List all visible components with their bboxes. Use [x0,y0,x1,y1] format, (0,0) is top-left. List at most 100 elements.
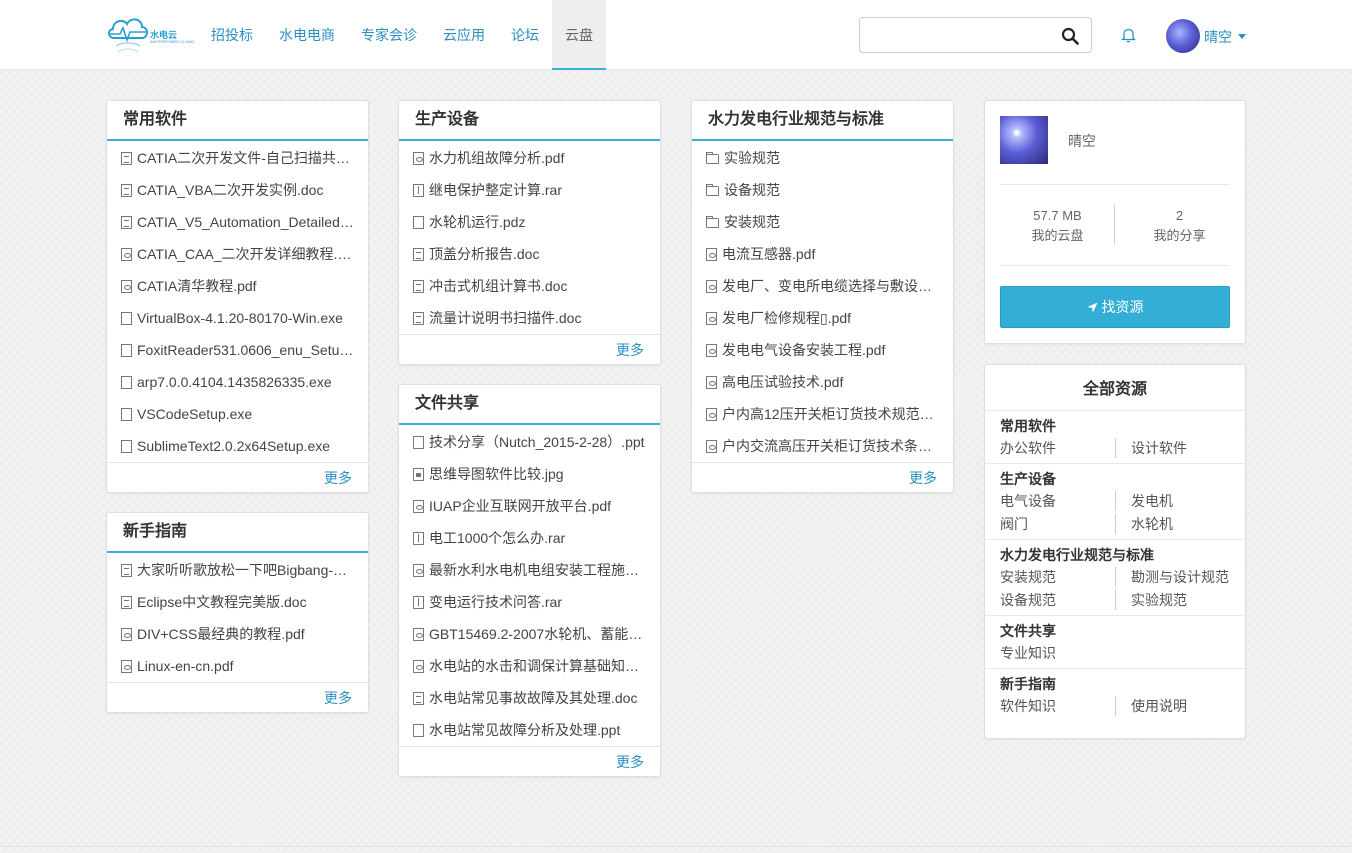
archive-file-icon [413,532,424,545]
list-item[interactable]: 设备规范 [692,174,953,206]
list-item[interactable]: 继电保护整定计算.rar [399,174,660,206]
list-item[interactable]: CATIA_CAA_二次开发详细教程.pdf [107,238,368,270]
search-icon[interactable] [1061,27,1079,45]
list-item[interactable]: 变电运行技术问答.rar [399,586,660,618]
nav-item-expert[interactable]: 专家会诊 [348,0,430,70]
user-avatar[interactable] [1166,19,1200,53]
resource-link[interactable]: 安装规范 [1000,567,1115,587]
group-links: 安装规范 勘测与设计规范 设备规范 实验规范 [1000,567,1230,610]
list-item[interactable]: 高电压试验技术.pdf [692,366,953,398]
resource-link[interactable]: 发电机 [1115,491,1230,511]
find-resources-button[interactable]: 找资源 [1000,286,1230,328]
list-item[interactable]: Eclipse中文教程完美版.doc [107,586,368,618]
file-name: 高电压试验技术.pdf [722,374,844,390]
resource-group-sharing: 文件共享 专业知识 [985,616,1245,669]
list-item[interactable]: 电工1000个怎么办.rar [399,522,660,554]
panel-file-sharing: 文件共享 技术分享（Nutch_2015-2-28）.ppt 思维导图软件比较.… [398,384,661,777]
list-item[interactable]: 技术分享（Nutch_2015-2-28）.ppt [399,426,660,458]
pdf-file-icon [121,660,132,673]
list-item[interactable]: 户内交流高压开关柜订货技术条件.pdf [692,430,953,462]
nav-item-ecommerce[interactable]: 水电电商 [266,0,348,70]
file-name: 发电厂检修规程▯.pdf [722,310,852,326]
folder-name: 实验规范 [724,150,780,166]
resource-link[interactable]: 使用说明 [1115,696,1230,716]
chevron-down-icon[interactable] [1238,34,1246,39]
more-link[interactable]: 更多 [399,746,660,776]
list-item[interactable]: 发电厂检修规程▯.pdf [692,302,953,334]
list-item[interactable]: 流量计说明书扫描件.doc [399,302,660,334]
more-link[interactable]: 更多 [399,334,660,364]
list-item[interactable]: Linux-en-cn.pdf [107,650,368,682]
resource-group-software: 常用软件 办公软件 设计软件 [985,411,1245,464]
list-item[interactable]: 电流互感器.pdf [692,238,953,270]
list-item[interactable]: DIV+CSS最经典的教程.pdf [107,618,368,650]
nav-item-bidding[interactable]: 招投标 [198,0,266,70]
bell-icon[interactable] [1121,27,1136,43]
image-file-icon [413,468,424,481]
list-item[interactable]: SublimeText2.0.2x64Setup.exe [107,430,368,462]
list-item[interactable]: 户内高12压开关柜订货技术规范书.pdf [692,398,953,430]
my-cloud-stat[interactable]: 57.7 MB 我的云盘 [1000,206,1115,246]
list-item[interactable]: arp7.0.0.4104.1435826335.exe [107,366,368,398]
list-item[interactable]: 冲击式机组计算书.doc [399,270,660,302]
divider [1000,184,1230,185]
logo[interactable]: 水电云 WATERPOWER CLOUD [106,12,194,60]
group-links: 软件知识 使用说明 [1000,696,1230,716]
profile-avatar[interactable] [1000,116,1048,164]
list-item[interactable]: VSCodeSetup.exe [107,398,368,430]
list-item[interactable]: 发电厂、变电所电缆选择与敷设设计规程.pdf [692,270,953,302]
list-item[interactable]: 安装规范 [692,206,953,238]
group-links: 办公软件 设计软件 [1000,438,1230,458]
resource-link[interactable]: 电气设备 [1000,491,1115,511]
list-item[interactable]: 水电站常见事故故障及其处理.doc [399,682,660,714]
resource-link[interactable]: 专业知识 [1000,643,1115,663]
all-resources-panel: 全部资源 常用软件 办公软件 设计软件 生产设备 电气设备 发电机 阀门 水轮机… [984,364,1246,739]
pdf-file-icon [413,564,424,577]
pdf-file-icon [413,152,424,165]
list-item[interactable]: FoxitReader531.0606_enu_Setup.exe [107,334,368,366]
nav-item-cloud-drive[interactable]: 云盘 [552,0,606,70]
group-links: 电气设备 发电机 阀门 水轮机 [1000,491,1230,534]
share-count: 2 [1175,208,1184,223]
list-item[interactable]: 水力机组故障分析.pdf [399,142,660,174]
list-item[interactable]: 发电电气设备安装工程.pdf [692,334,953,366]
pdf-file-icon [706,376,717,389]
resource-link[interactable]: 软件知识 [1000,696,1115,716]
list-item[interactable]: 大家听听歌放松一下吧Bigbang-Haru Haru.doc [107,554,368,586]
list-item[interactable]: CATIA_VBA二次开发实例.doc [107,174,368,206]
my-shares-stat[interactable]: 2 我的分享 [1122,206,1237,246]
more-link[interactable]: 更多 [107,462,368,492]
list-item[interactable]: 思维导图软件比较.jpg [399,458,660,490]
list-item[interactable]: VirtualBox-4.1.20-80170-Win.exe [107,302,368,334]
list-item[interactable]: 水电站的水击和调保计算基础知识.pdf [399,650,660,682]
pdf-file-icon [121,280,132,293]
list-item[interactable]: CATIA清华教程.pdf [107,270,368,302]
resource-link[interactable]: 设计软件 [1115,438,1230,458]
pdf-file-icon [706,312,717,325]
resource-link[interactable]: 办公软件 [1000,438,1115,458]
nav-item-cloud-apps[interactable]: 云应用 [430,0,498,70]
list-item[interactable]: IUAP企业互联网开放平台.pdf [399,490,660,522]
list-item[interactable]: GBT15469.2-2007水轮机、蓄能泵和水泵水轮机.pdf [399,618,660,650]
nav-item-forum[interactable]: 论坛 [498,0,552,70]
list-item[interactable]: CATIA二次开发文件-自己扫描共享.doc [107,142,368,174]
file-name: GBT15469.2-2007水轮机、蓄能泵和水泵水轮机.pdf [429,626,660,642]
list-item[interactable]: 水电站常见故障分析及处理.ppt [399,714,660,746]
search-input[interactable] [868,24,1058,46]
user-name[interactable]: 晴空 [1204,27,1232,47]
resource-link[interactable]: 水轮机 [1115,514,1230,534]
list-item[interactable]: 实验规范 [692,142,953,174]
resource-link[interactable]: 阀门 [1000,514,1115,534]
resource-link[interactable]: 实验规范 [1115,590,1230,610]
archive-file-icon [413,184,424,197]
more-link[interactable]: 更多 [107,682,368,712]
folder-icon [706,184,719,196]
resource-link[interactable]: 设备规范 [1000,590,1115,610]
list-item[interactable]: 顶盖分析报告.doc [399,238,660,270]
list-item[interactable]: 水轮机运行.pdz [399,206,660,238]
resource-link[interactable]: 勘测与设计规范 [1115,567,1230,587]
folder-name: 安装规范 [724,214,780,230]
list-item[interactable]: CATIA_V5_Automation_Detailed_Steps.doc [107,206,368,238]
list-item[interactable]: 最新水利水电机电组安装工程施工规范.pdf [399,554,660,586]
more-link[interactable]: 更多 [692,462,953,492]
